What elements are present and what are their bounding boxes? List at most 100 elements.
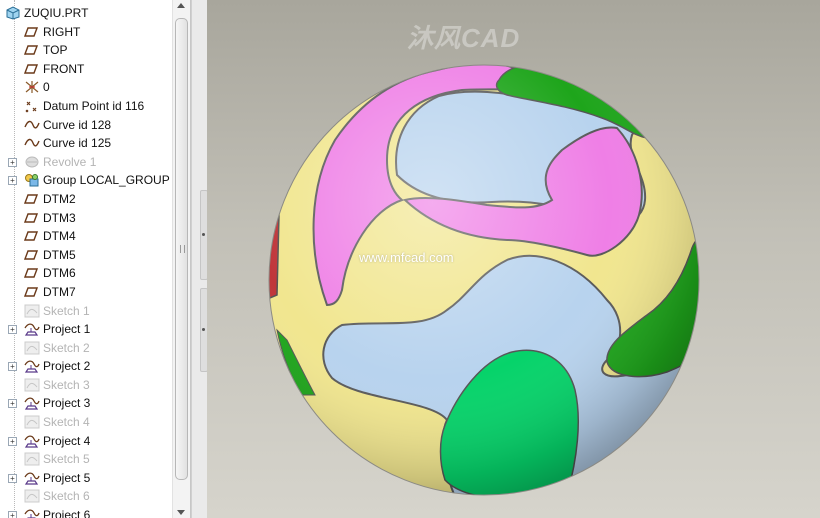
tree-item[interactable]: Sketch 5: [0, 450, 172, 469]
soccer-ball-model[interactable]: [207, 0, 820, 518]
datum-plane-icon: [24, 43, 40, 58]
tree-item[interactable]: + Revolve 1: [0, 153, 172, 172]
panel-splitter[interactable]: [191, 0, 208, 518]
tree-item[interactable]: 0: [0, 78, 172, 97]
collapse-dot-icon: [202, 328, 205, 331]
tree-scrollbar[interactable]: [172, 0, 190, 518]
datum-plane-icon: [24, 192, 40, 207]
sketch-icon: [24, 378, 40, 393]
datum-plane-icon: [24, 266, 40, 281]
sketch-icon: [24, 452, 40, 467]
datum-plane-icon: [24, 229, 40, 244]
tree-item-label: Project 6: [43, 508, 91, 518]
project-icon: [24, 471, 40, 486]
tree-item[interactable]: Datum Point id 116: [0, 97, 172, 116]
datum-plane-icon: [24, 62, 40, 77]
expand-plus-icon[interactable]: +: [8, 473, 17, 483]
tree-item[interactable]: + Project 2: [0, 357, 172, 376]
datum-plane-icon: [24, 285, 40, 300]
tree-item-label: Datum Point id 116: [43, 98, 145, 113]
project-icon: [24, 359, 40, 374]
tree-item-label: DTM5: [43, 247, 76, 262]
tree-item-label: TOP: [43, 43, 68, 58]
tree-item-label: Project 5: [43, 470, 91, 485]
tree-item-label: DTM7: [43, 284, 76, 299]
tree-item[interactable]: DTM4: [0, 227, 172, 246]
tree-item[interactable]: + Project 3: [0, 394, 172, 413]
tree-item[interactable]: Sketch 2: [0, 339, 172, 358]
tree-item-label: Project 4: [43, 433, 91, 448]
tree-item[interactable]: Curve id 125: [0, 134, 172, 153]
curve-icon: [24, 136, 40, 151]
model-tree: ZUQIU.PRT RIGHT TOP FRONT 0 Datum Point id 1…: [0, 4, 172, 518]
sketch-icon: [24, 341, 40, 356]
tree-item-label: Revolve 1: [43, 154, 97, 169]
tree-item-label: Sketch 4: [43, 415, 90, 430]
tree-item-label: Sketch 1: [43, 303, 90, 318]
tree-item-label: Curve id 128: [43, 117, 112, 132]
expand-plus-icon[interactable]: +: [8, 399, 17, 409]
tree-item[interactable]: Sketch 6: [0, 487, 172, 506]
datum-point-icon: [24, 99, 40, 114]
group-icon: [24, 173, 40, 188]
tree-item[interactable]: Sketch 1: [0, 302, 172, 321]
revolve-icon: [24, 155, 40, 170]
sketch-icon: [24, 489, 40, 504]
scroll-down-arrow-icon[interactable]: [177, 510, 185, 515]
tree-item-label: 0: [43, 80, 50, 95]
tree-root-label: ZUQIU.PRT: [24, 6, 89, 20]
ball-shading: [269, 65, 699, 495]
expand-plus-icon[interactable]: +: [8, 157, 17, 167]
expand-plus-icon[interactable]: +: [8, 362, 17, 372]
expand-plus-icon[interactable]: +: [8, 436, 17, 446]
sketch-icon: [24, 415, 40, 430]
project-icon: [24, 396, 40, 411]
tree-item[interactable]: TOP: [0, 41, 172, 60]
tree-item-label: Sketch 3: [43, 377, 90, 392]
tree-item[interactable]: DTM7: [0, 283, 172, 302]
tree-item[interactable]: DTM3: [0, 209, 172, 228]
expand-plus-icon[interactable]: +: [8, 176, 17, 186]
expand-plus-icon[interactable]: +: [8, 511, 17, 518]
tree-item[interactable]: Curve id 128: [0, 116, 172, 135]
collapse-dot-icon: [202, 233, 205, 236]
tree-item[interactable]: + Project 6: [0, 506, 172, 518]
tree-item-label: Project 3: [43, 396, 91, 411]
scroll-thumb[interactable]: [175, 18, 188, 480]
tree-item[interactable]: Sketch 3: [0, 376, 172, 395]
tree-item[interactable]: + Project 5: [0, 469, 172, 488]
tree-item-label: Project 2: [43, 359, 91, 374]
tree-item-label: DTM6: [43, 266, 76, 281]
tree-item-label: Sketch 2: [43, 340, 90, 355]
tree-item-label: FRONT: [43, 61, 85, 76]
tree-item[interactable]: DTM2: [0, 190, 172, 209]
model-tree-panel: ZUQIU.PRT RIGHT TOP FRONT 0 Datum Point id 1…: [0, 0, 191, 518]
tree-item-label: Sketch 6: [43, 489, 90, 504]
tree-item[interactable]: + Project 4: [0, 432, 172, 451]
tree-root-part[interactable]: ZUQIU.PRT: [0, 4, 172, 23]
tree-item[interactable]: Sketch 4: [0, 413, 172, 432]
tree-item-label: DTM4: [43, 229, 76, 244]
datum-plane-icon: [24, 25, 40, 40]
tree-item-label: DTM2: [43, 191, 76, 206]
tree-item-label: Curve id 125: [43, 136, 112, 151]
datum-plane-icon: [24, 248, 40, 263]
tree-item-label: Project 1: [43, 322, 91, 337]
datum-plane-icon: [24, 211, 40, 226]
project-icon: [24, 434, 40, 449]
tree-item[interactable]: RIGHT: [0, 23, 172, 42]
watermark-logo: 沐风CAD: [407, 23, 521, 53]
tree-item-label: RIGHT: [43, 24, 81, 39]
tree-item[interactable]: DTM6: [0, 264, 172, 283]
grip-icon: [180, 245, 185, 253]
scroll-up-arrow-icon[interactable]: [177, 3, 185, 8]
tree-item[interactable]: FRONT: [0, 60, 172, 79]
expand-plus-icon[interactable]: +: [8, 325, 17, 335]
tree-item[interactable]: + Group LOCAL_GROUP: [0, 171, 172, 190]
watermark-url: www.mfcad.com: [359, 250, 454, 265]
graphics-window[interactable]: 沐风CAD www.mfcad.com: [207, 0, 820, 518]
tree-item-label: DTM3: [43, 210, 76, 225]
tree-item[interactable]: + Project 1: [0, 320, 172, 339]
tree-item[interactable]: DTM5: [0, 246, 172, 265]
part-icon: [6, 6, 22, 21]
